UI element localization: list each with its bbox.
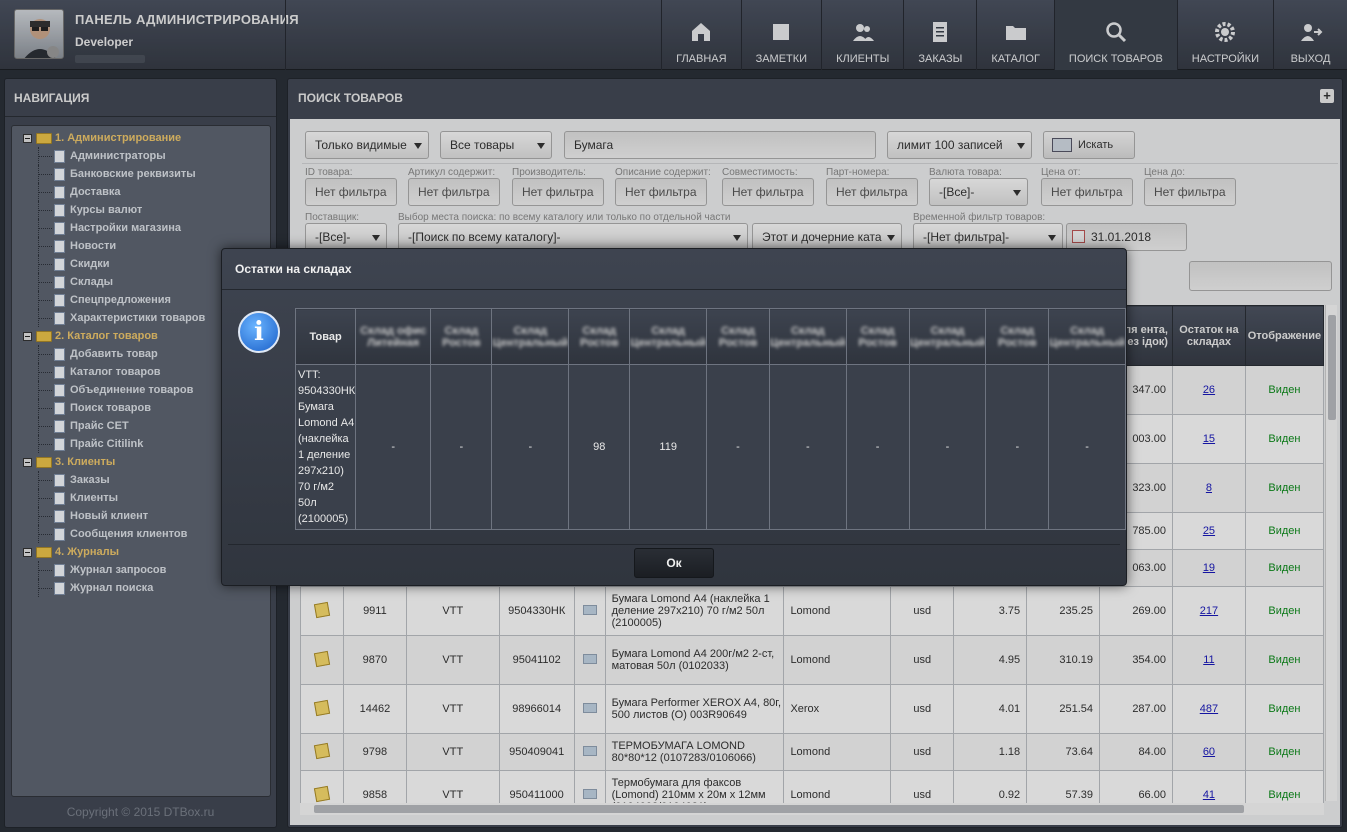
- warehouse-name: Склад Центральный: [909, 324, 986, 349]
- warehouse-header: Склад Центральный: [629, 308, 708, 365]
- warehouse-name: Склад Ростов: [718, 324, 758, 349]
- warehouse-stock: -: [985, 364, 1050, 530]
- warehouse-header: Склад Центральный: [1048, 308, 1126, 365]
- warehouse-header: Склад Ростов: [430, 308, 493, 365]
- warehouse-name: Склад Центральный: [1049, 324, 1125, 349]
- warehouse-stock: -: [355, 364, 432, 530]
- product-cell: VTT: 9504330НК Бумага Lomond А4 (наклейк…: [294, 364, 357, 530]
- stock-table: Товар Склад офис Литейная Склад Ростов Скла…: [294, 308, 1126, 530]
- warehouse-name: Склад Центральный: [492, 324, 569, 349]
- info-icon: i: [238, 311, 280, 353]
- warehouse-name: Склад Ростов: [998, 324, 1037, 349]
- warehouse-stock: -: [430, 364, 493, 530]
- warehouse-name: Склад Ростов: [580, 324, 619, 349]
- stock-dialog: Остатки на складах i Товар Склад офис Лит…: [221, 248, 1127, 586]
- warehouse-stock: 98: [568, 364, 631, 530]
- ok-button[interactable]: Ок: [634, 548, 714, 578]
- warehouse-stock: -: [706, 364, 770, 530]
- warehouse-stock: -: [845, 364, 910, 530]
- product-header: Товар: [294, 308, 357, 365]
- warehouse-header: Склад Центральный: [768, 308, 847, 365]
- warehouse-header: Склад Ростов: [985, 308, 1050, 365]
- warehouse-name: Склад Центральный: [769, 324, 846, 349]
- warehouse-header: Склад Ростов: [568, 308, 631, 365]
- warehouse-header: Склад Ростов: [845, 308, 910, 365]
- warehouse-header: Склад офис Литейная: [355, 308, 432, 365]
- dialog-title: Остатки на складах: [222, 249, 1126, 290]
- warehouse-stock: -: [1048, 364, 1126, 530]
- warehouse-header: Склад Центральный: [491, 308, 570, 365]
- warehouse-header: Склад Ростов: [706, 308, 770, 365]
- warehouse-stock: 119: [629, 364, 708, 530]
- warehouse-name: Склад Ростов: [442, 324, 481, 349]
- warehouse-header: Склад Центральный: [908, 308, 987, 365]
- warehouse-name: Склад Центральный: [630, 324, 707, 349]
- warehouse-stock: -: [908, 364, 987, 530]
- warehouse-name: Склад Ростов: [858, 324, 897, 349]
- warehouse-stock: -: [768, 364, 847, 530]
- dialog-divider: [228, 544, 1120, 545]
- warehouse-name: Склад офис Литейная: [360, 324, 427, 349]
- warehouse-stock: -: [491, 364, 570, 530]
